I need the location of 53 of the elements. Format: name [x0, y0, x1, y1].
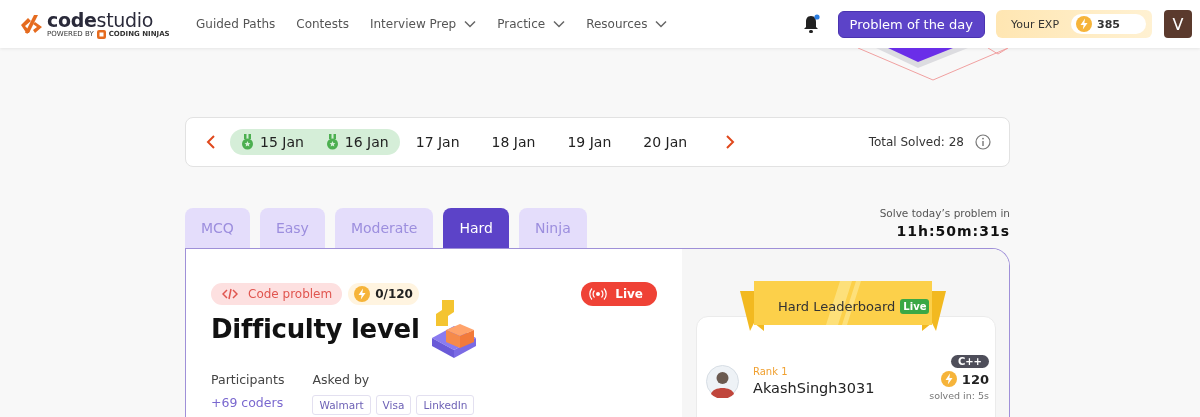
- medal-icon: [241, 134, 254, 150]
- lightning-coin-icon: [354, 286, 371, 302]
- date-item[interactable]: 17 Jan: [404, 129, 471, 155]
- info-icon[interactable]: [975, 134, 991, 150]
- avatar[interactable]: V: [1164, 10, 1192, 38]
- participants-label: Participants: [211, 372, 285, 387]
- nav-link[interactable]: Interview Prep: [369, 17, 477, 31]
- brand-logo-icon: [96, 29, 106, 39]
- total-solved-text: Total Solved: 28: [868, 135, 964, 149]
- logo-text: codestudio: [47, 9, 155, 30]
- leaderboard-title: Hard Leaderboard: [778, 299, 896, 314]
- asked-by-label: Asked by: [312, 372, 371, 387]
- username: AkashSingh3031: [753, 380, 876, 396]
- solve-time: solved in: 5s: [929, 390, 989, 401]
- code-icon: [222, 288, 238, 300]
- participants-count[interactable]: +69 coders: [211, 395, 285, 410]
- date-item[interactable]: 15 Jan: [230, 129, 315, 155]
- nav-link[interactable]: Guided Paths: [196, 17, 276, 31]
- language-badge: C++: [950, 355, 989, 368]
- company-tag: Visa: [375, 395, 412, 415]
- live-badge: Live: [900, 299, 930, 314]
- nav-link[interactable]: Contests: [296, 17, 349, 31]
- live-button[interactable]: Live: [581, 282, 657, 306]
- timer-caption: Solve today’s problem in: [879, 207, 1010, 219]
- company-tag: Walmart: [312, 395, 371, 415]
- medal-icon: [325, 134, 339, 150]
- exp-label: Your EXP: [1010, 17, 1060, 31]
- countdown-timer: 11h:50m:31s: [896, 223, 1010, 239]
- code-problem-tag: Code problem: [211, 283, 343, 305]
- difficulty-tab[interactable]: Hard: [443, 208, 509, 248]
- blocks-drawing: [431, 300, 476, 358]
- points-badge: 0/120: [348, 283, 419, 305]
- nav-link[interactable]: Resources: [586, 17, 668, 31]
- date-item[interactable]: 20 Jan: [632, 129, 699, 155]
- user-avatar: [706, 364, 739, 398]
- problem-title: Difficulty level: [211, 314, 420, 344]
- date-item[interactable]: 16 Jan: [314, 129, 400, 155]
- caret-icon: [655, 20, 668, 28]
- rank-label: Rank 1: [753, 366, 789, 377]
- exp-value: 385: [1097, 17, 1120, 31]
- company-tag: LinkedIn: [416, 395, 475, 415]
- lightning-coin-icon: [940, 371, 957, 387]
- problem-of-the-day-button[interactable]: Problem of the day: [837, 10, 985, 38]
- caret-icon: [464, 20, 477, 28]
- nav-link[interactable]: Practice: [497, 17, 566, 31]
- date-item[interactable]: 19 Jan: [556, 129, 623, 155]
- chevron-right-icon[interactable]: [725, 135, 736, 149]
- broadcast-icon: [589, 288, 608, 300]
- date-item[interactable]: 18 Jan: [480, 129, 547, 155]
- caret-icon: [553, 20, 566, 28]
- logo-icon: [18, 13, 44, 35]
- points-value: 120: [940, 371, 989, 387]
- chevron-left-icon[interactable]: [206, 135, 216, 149]
